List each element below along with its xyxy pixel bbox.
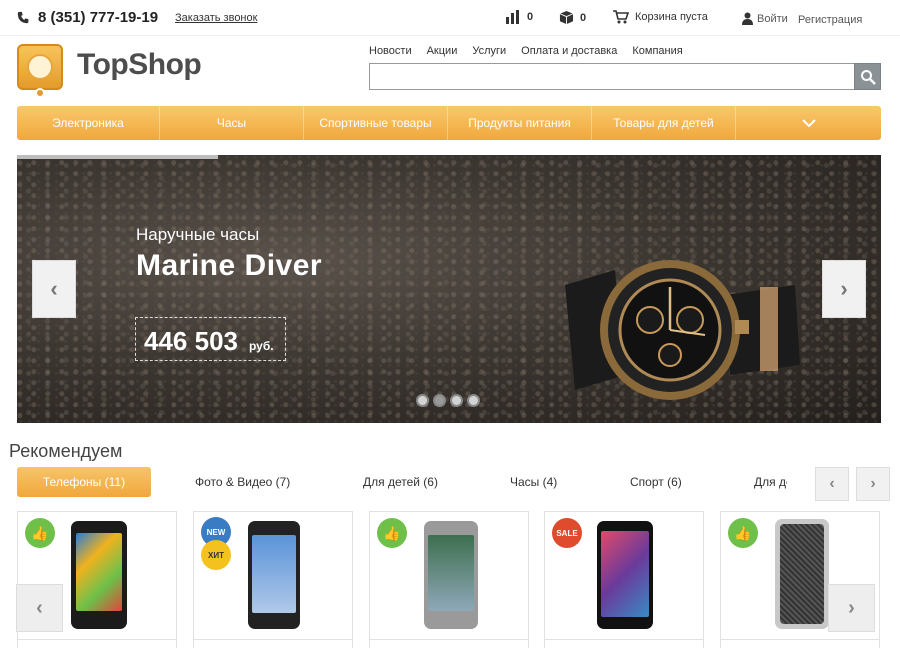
slider-dot-2[interactable]	[433, 394, 446, 407]
phone-number: 8 (351) 777-19-19	[38, 9, 159, 26]
section-title: Рекомендуем	[9, 441, 123, 461]
user-icon	[742, 12, 753, 25]
slide-subtitle: Наручные часы	[136, 225, 260, 244]
hit-badge: ХИТ	[201, 540, 231, 570]
product-card[interactable]: SALE	[544, 511, 704, 648]
chevron-right-icon: ›	[848, 596, 855, 619]
register-link[interactable]: Регистрация	[798, 14, 862, 26]
cart-label: Корзина пуста	[635, 11, 708, 23]
thumbs-up-icon: 👍	[728, 518, 758, 548]
search-button[interactable]	[854, 63, 881, 90]
callback-link[interactable]: Заказать звонок	[175, 12, 257, 24]
nav-payment-delivery[interactable]: Оплата и доставка	[521, 45, 617, 57]
slider-prev-button[interactable]: ‹	[32, 260, 76, 318]
login-link[interactable]: Войти	[742, 12, 788, 25]
login-label: Войти	[757, 12, 788, 25]
slide-price-currency: руб.	[249, 339, 274, 353]
category-electronics[interactable]: Электроника	[17, 106, 160, 140]
category-kids[interactable]: Товары для детей	[592, 106, 736, 140]
phone-icon	[17, 11, 29, 24]
chevron-left-icon: ‹	[50, 276, 58, 301]
nav-services[interactable]: Услуги	[472, 45, 506, 57]
nav-promos[interactable]: Акции	[427, 45, 458, 57]
cart-icon	[613, 10, 629, 24]
product-card[interactable]: NEW ХИТ	[193, 511, 353, 648]
watch-image	[565, 260, 800, 400]
slide-price: 446 503 руб.	[135, 317, 286, 361]
favorites-link[interactable]: 0	[559, 10, 586, 25]
card-divider	[194, 639, 352, 640]
search-icon	[861, 70, 876, 85]
hero-slider: Наручные часы Marine Diver 446 503 руб. …	[17, 155, 881, 423]
slider-next-button[interactable]: ›	[822, 260, 866, 318]
products-prev-button[interactable]: ‹	[16, 584, 63, 632]
top-nav: Новости Акции Услуги Оплата и доставка К…	[369, 45, 683, 57]
card-divider	[18, 639, 176, 640]
tab-photo-video[interactable]: Фото & Видео (7)	[195, 467, 290, 497]
chevron-right-icon: ›	[870, 475, 876, 492]
slider-dot-3[interactable]	[450, 394, 463, 407]
slider-dot-1[interactable]	[416, 394, 429, 407]
slider-dot-4[interactable]	[467, 394, 480, 407]
products-next-button[interactable]: ›	[828, 584, 875, 632]
category-bar: Электроника Часы Спортивные товары Проду…	[17, 106, 881, 140]
product-image	[775, 519, 829, 629]
category-sports[interactable]: Спортивные товары	[304, 106, 448, 140]
thumbs-up-icon: 👍	[377, 518, 407, 548]
thumbs-up-icon: 👍	[25, 518, 55, 548]
sale-badge: SALE	[552, 518, 582, 548]
product-card[interactable]: 👍	[369, 511, 529, 648]
tab-watches[interactable]: Часы (4)	[510, 467, 557, 497]
favorites-count: 0	[580, 11, 587, 24]
tab-kids[interactable]: Для детей (6)	[363, 467, 438, 497]
product-image	[248, 521, 300, 629]
box-icon	[559, 10, 574, 25]
tabs-prev-button[interactable]: ‹	[815, 467, 849, 501]
product-image	[424, 521, 478, 629]
tab-phones[interactable]: Телефоны (11)	[17, 467, 151, 497]
bar-chart-icon	[506, 10, 519, 24]
chevron-down-icon	[801, 118, 816, 127]
product-image	[71, 521, 127, 629]
category-food[interactable]: Продукты питания	[448, 106, 592, 140]
compare-count: 0	[527, 11, 534, 23]
search-input[interactable]	[369, 63, 855, 90]
logo-icon[interactable]	[17, 44, 63, 98]
cart-link[interactable]: Корзина пуста	[613, 10, 708, 24]
price-tag-icon	[35, 88, 45, 98]
top-bar: 8 (351) 777-19-19 Заказать звонок 0 0 Ко…	[0, 0, 900, 36]
slide-title: Marine Diver	[136, 249, 323, 282]
compare-link[interactable]: 0	[505, 10, 533, 24]
nav-news[interactable]: Новости	[369, 45, 412, 57]
chevron-left-icon: ‹	[36, 596, 43, 619]
product-image	[597, 521, 653, 629]
category-more-button[interactable]	[736, 106, 881, 140]
slide-price-value: 446 503	[144, 326, 238, 356]
chevron-left-icon: ‹	[829, 475, 835, 492]
recommend-tabs: Телефоны (11) Фото & Видео (7) Для детей…	[17, 467, 787, 497]
card-divider	[721, 639, 879, 640]
tabs-next-button[interactable]: ›	[856, 467, 890, 501]
tab-sport[interactable]: Спорт (6)	[630, 467, 682, 497]
card-divider	[370, 639, 528, 640]
tab-kids-2[interactable]: Для де	[754, 467, 787, 497]
nav-company[interactable]: Компания	[632, 45, 682, 57]
slider-progress	[17, 155, 218, 159]
home-icon	[27, 54, 53, 80]
chevron-right-icon: ›	[840, 276, 848, 301]
logo-text[interactable]: TopShop	[77, 48, 202, 82]
card-divider	[545, 639, 703, 640]
category-watches[interactable]: Часы	[160, 106, 304, 140]
product-carousel: 👍 NEW ХИТ 👍 SALE 👍	[17, 511, 881, 648]
slider-pagination	[416, 394, 480, 407]
